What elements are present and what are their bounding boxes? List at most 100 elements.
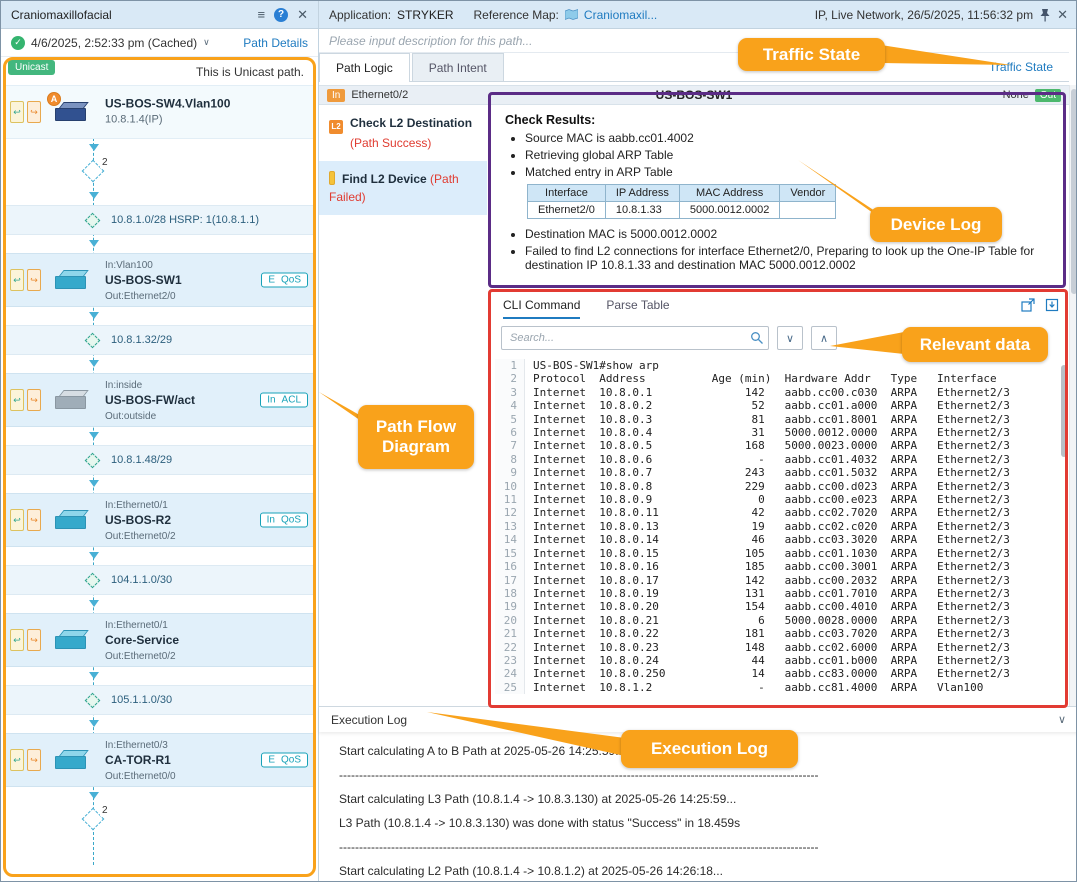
main-scrollbar[interactable] bbox=[1069, 85, 1077, 706]
flow-arrow-icon bbox=[89, 720, 99, 727]
network-node[interactable]: 10.8.1.0/28 HSRP: 1(10.8.1.1) bbox=[5, 205, 314, 235]
network-label: 105.1.1.0/30 bbox=[111, 694, 172, 706]
timestamp-caret-icon[interactable]: ∨ bbox=[203, 37, 210, 48]
out-value: None bbox=[1003, 89, 1029, 101]
out-badge: Out bbox=[1035, 89, 1061, 102]
traffic-state-link[interactable]: Traffic State bbox=[989, 60, 1053, 74]
device-icon bbox=[55, 389, 89, 411]
traffic-card-in-icon bbox=[10, 749, 24, 771]
cli-search-input[interactable] bbox=[501, 326, 769, 350]
out-interface: Out:outside bbox=[105, 411, 156, 422]
export-icon[interactable] bbox=[1045, 298, 1059, 312]
cli-output-line: 2Protocol Address Age (min) Hardware Add… bbox=[495, 372, 1059, 385]
hop-header-bar: In Ethernet0/2 US-BOS-SW1 None Out bbox=[319, 85, 1069, 105]
cli-output-line: 6Internet 10.8.0.4 31 5000.0012.0000 ARP… bbox=[495, 426, 1059, 439]
collapsed-hops-bottom[interactable]: 2 bbox=[5, 805, 314, 835]
traffic-card-in-icon bbox=[10, 509, 24, 531]
search-next-button[interactable]: ∨ bbox=[777, 326, 803, 350]
close-icon[interactable]: ✕ bbox=[1057, 8, 1068, 21]
tab-path-logic[interactable]: Path Logic bbox=[319, 53, 410, 82]
network-diamond-icon bbox=[85, 693, 101, 709]
collapsed-hops-top[interactable]: 2 bbox=[5, 157, 314, 187]
application-label: Application: bbox=[329, 8, 391, 22]
path-node-source[interactable]: A US-BOS-SW4.Vlan100 10.8.1.4(IP) bbox=[5, 85, 314, 139]
step-status: (Path Success) bbox=[329, 134, 479, 152]
cli-output-line: 9Internet 10.8.0.7 243 aabb.cc01.5032 AR… bbox=[495, 466, 1059, 479]
cli-output-line: 4Internet 10.8.0.2 52 aabb.cc01.a000 ARP… bbox=[495, 399, 1059, 412]
execution-log-lines: Start calculating A to B Path at 2025-05… bbox=[319, 732, 1077, 878]
traffic-card-out-icon bbox=[27, 101, 41, 123]
cli-panel: CLI Command Parse Table ∨ ∧ 1 bbox=[491, 293, 1069, 706]
collapse-chevron-icon[interactable]: ∨ bbox=[1058, 713, 1066, 726]
traffic-card-in-icon bbox=[10, 101, 24, 123]
endpoint-a-marker: A bbox=[47, 92, 61, 106]
close-icon[interactable]: ✕ bbox=[297, 8, 308, 21]
logic-step-find-l2[interactable]: Find L2 Device (Path Failed) bbox=[319, 161, 487, 215]
check-results-title: Check Results: bbox=[505, 113, 1053, 127]
network-diamond-icon bbox=[85, 573, 101, 589]
path-details-link[interactable]: Path Details bbox=[243, 36, 308, 50]
logic-step-check-l2[interactable]: L2Check L2 Destination (Path Success) bbox=[319, 105, 487, 161]
reference-map-link[interactable]: Craniomaxil... bbox=[584, 8, 657, 22]
device-node[interactable]: In:Ethernet0/1 US-BOS-R2 Out:Ethernet0/2… bbox=[5, 493, 314, 547]
device-name: Core-Service bbox=[105, 633, 179, 647]
cli-output[interactable]: 1US-BOS-SW1#show arp 2Protocol Address A… bbox=[495, 359, 1059, 704]
app-window: Craniomaxillofacial ≡ ? ✕ ✓ 4/6/2025, 2:… bbox=[0, 0, 1077, 882]
context-header: Application: STRYKER Reference Map: Cran… bbox=[319, 1, 1077, 29]
device-name: CA-TOR-R1 bbox=[105, 753, 171, 767]
policy-badge[interactable]: InACL bbox=[260, 393, 308, 408]
application-value: STRYKER bbox=[397, 8, 453, 22]
device-node[interactable]: In:Vlan100 US-BOS-SW1 Out:Ethernet2/0 EQ… bbox=[5, 253, 314, 307]
current-device-name: US-BOS-SW1 bbox=[319, 88, 1069, 102]
tab-path-intent[interactable]: Path Intent bbox=[412, 53, 504, 81]
cli-output-line: 7Internet 10.8.0.5 168 5000.0023.0000 AR… bbox=[495, 439, 1059, 452]
pin-icon[interactable] bbox=[1039, 8, 1051, 22]
network-node[interactable]: 104.1.1.0/30 bbox=[5, 565, 314, 595]
device-node[interactable]: In:Ethernet0/1 Core-Service Out:Ethernet… bbox=[5, 613, 314, 667]
path-timestamp[interactable]: 4/6/2025, 2:52:33 pm (Cached) bbox=[31, 36, 197, 50]
cli-output-line: 19Internet 10.8.0.20 154 aabb.cc00.4010 … bbox=[495, 600, 1059, 613]
hop-segments: 10.8.1.0/28 HSRP: 1(10.8.1.1) In:Vlan100… bbox=[5, 205, 314, 805]
device-node[interactable]: In:inside US-BOS-FW/act Out:outside InAC… bbox=[5, 373, 314, 427]
policy-badge[interactable]: InQoS bbox=[260, 513, 308, 528]
policy-badge[interactable]: EQoS bbox=[261, 273, 308, 288]
cli-output-line: 20Internet 10.8.0.21 6 5000.0028.0000 AR… bbox=[495, 614, 1059, 627]
cli-output-line: 23Internet 10.8.0.24 44 aabb.cc01.b000 A… bbox=[495, 654, 1059, 667]
traffic-card-in-icon bbox=[10, 629, 24, 651]
cli-output-line: 15Internet 10.8.0.15 105 aabb.cc01.1030 … bbox=[495, 547, 1059, 560]
flow-arrow-icon bbox=[89, 552, 99, 559]
session-info: IP, Live Network, 26/5/2025, 11:56:32 pm bbox=[815, 8, 1033, 22]
policy-badge[interactable]: EQoS bbox=[261, 753, 308, 768]
network-node[interactable]: 105.1.1.0/30 bbox=[5, 685, 314, 715]
out-interface: Out:Ethernet0/2 bbox=[105, 531, 176, 542]
flow-arrow-icon bbox=[89, 480, 99, 487]
menu-icon[interactable]: ≡ bbox=[258, 8, 266, 21]
map-icon bbox=[565, 9, 578, 20]
open-in-new-icon[interactable] bbox=[1021, 298, 1035, 312]
cli-output-line: 11Internet 10.8.0.9 0 aabb.cc00.e023 ARP… bbox=[495, 493, 1059, 506]
execution-log-line: ----------------------------------------… bbox=[339, 840, 999, 854]
in-interface: In:Ethernet0/1 bbox=[105, 620, 168, 631]
device-node[interactable]: In:Ethernet0/3 CA-TOR-R1 Out:Ethernet0/0… bbox=[5, 733, 314, 787]
reference-map-label: Reference Map: bbox=[474, 8, 559, 22]
network-node[interactable]: 10.8.1.48/29 bbox=[5, 445, 314, 475]
flow-arrow-icon bbox=[89, 360, 99, 367]
execution-log-line: L3 Path (10.8.1.4 -> 10.8.3.130) was don… bbox=[339, 816, 999, 830]
in-interface: In:Ethernet0/1 bbox=[105, 500, 168, 511]
search-prev-button[interactable]: ∧ bbox=[811, 326, 837, 350]
network-node[interactable]: 10.8.1.32/29 bbox=[5, 325, 314, 355]
tab-parse-table[interactable]: Parse Table bbox=[606, 293, 669, 319]
path-description-input[interactable]: Please input description for this path..… bbox=[319, 29, 1069, 53]
in-interface: In:Ethernet0/3 bbox=[105, 740, 168, 751]
search-icon[interactable] bbox=[750, 331, 764, 345]
network-label: 10.8.1.0/28 HSRP: 1(10.8.1.1) bbox=[111, 214, 259, 226]
unicast-note: This is Unicast path. bbox=[196, 65, 304, 79]
traffic-card-out-icon bbox=[27, 389, 41, 411]
flow-arrow-icon bbox=[89, 144, 99, 151]
help-icon[interactable]: ? bbox=[274, 8, 288, 22]
cli-scrollbar-thumb[interactable] bbox=[1061, 365, 1067, 457]
main-scrollbar-thumb[interactable] bbox=[1071, 89, 1077, 294]
traffic-card-in-icon bbox=[10, 389, 24, 411]
tab-cli-command[interactable]: CLI Command bbox=[503, 293, 580, 319]
arp-match-table: Interface IP Address MAC Address Vendor … bbox=[527, 184, 836, 219]
